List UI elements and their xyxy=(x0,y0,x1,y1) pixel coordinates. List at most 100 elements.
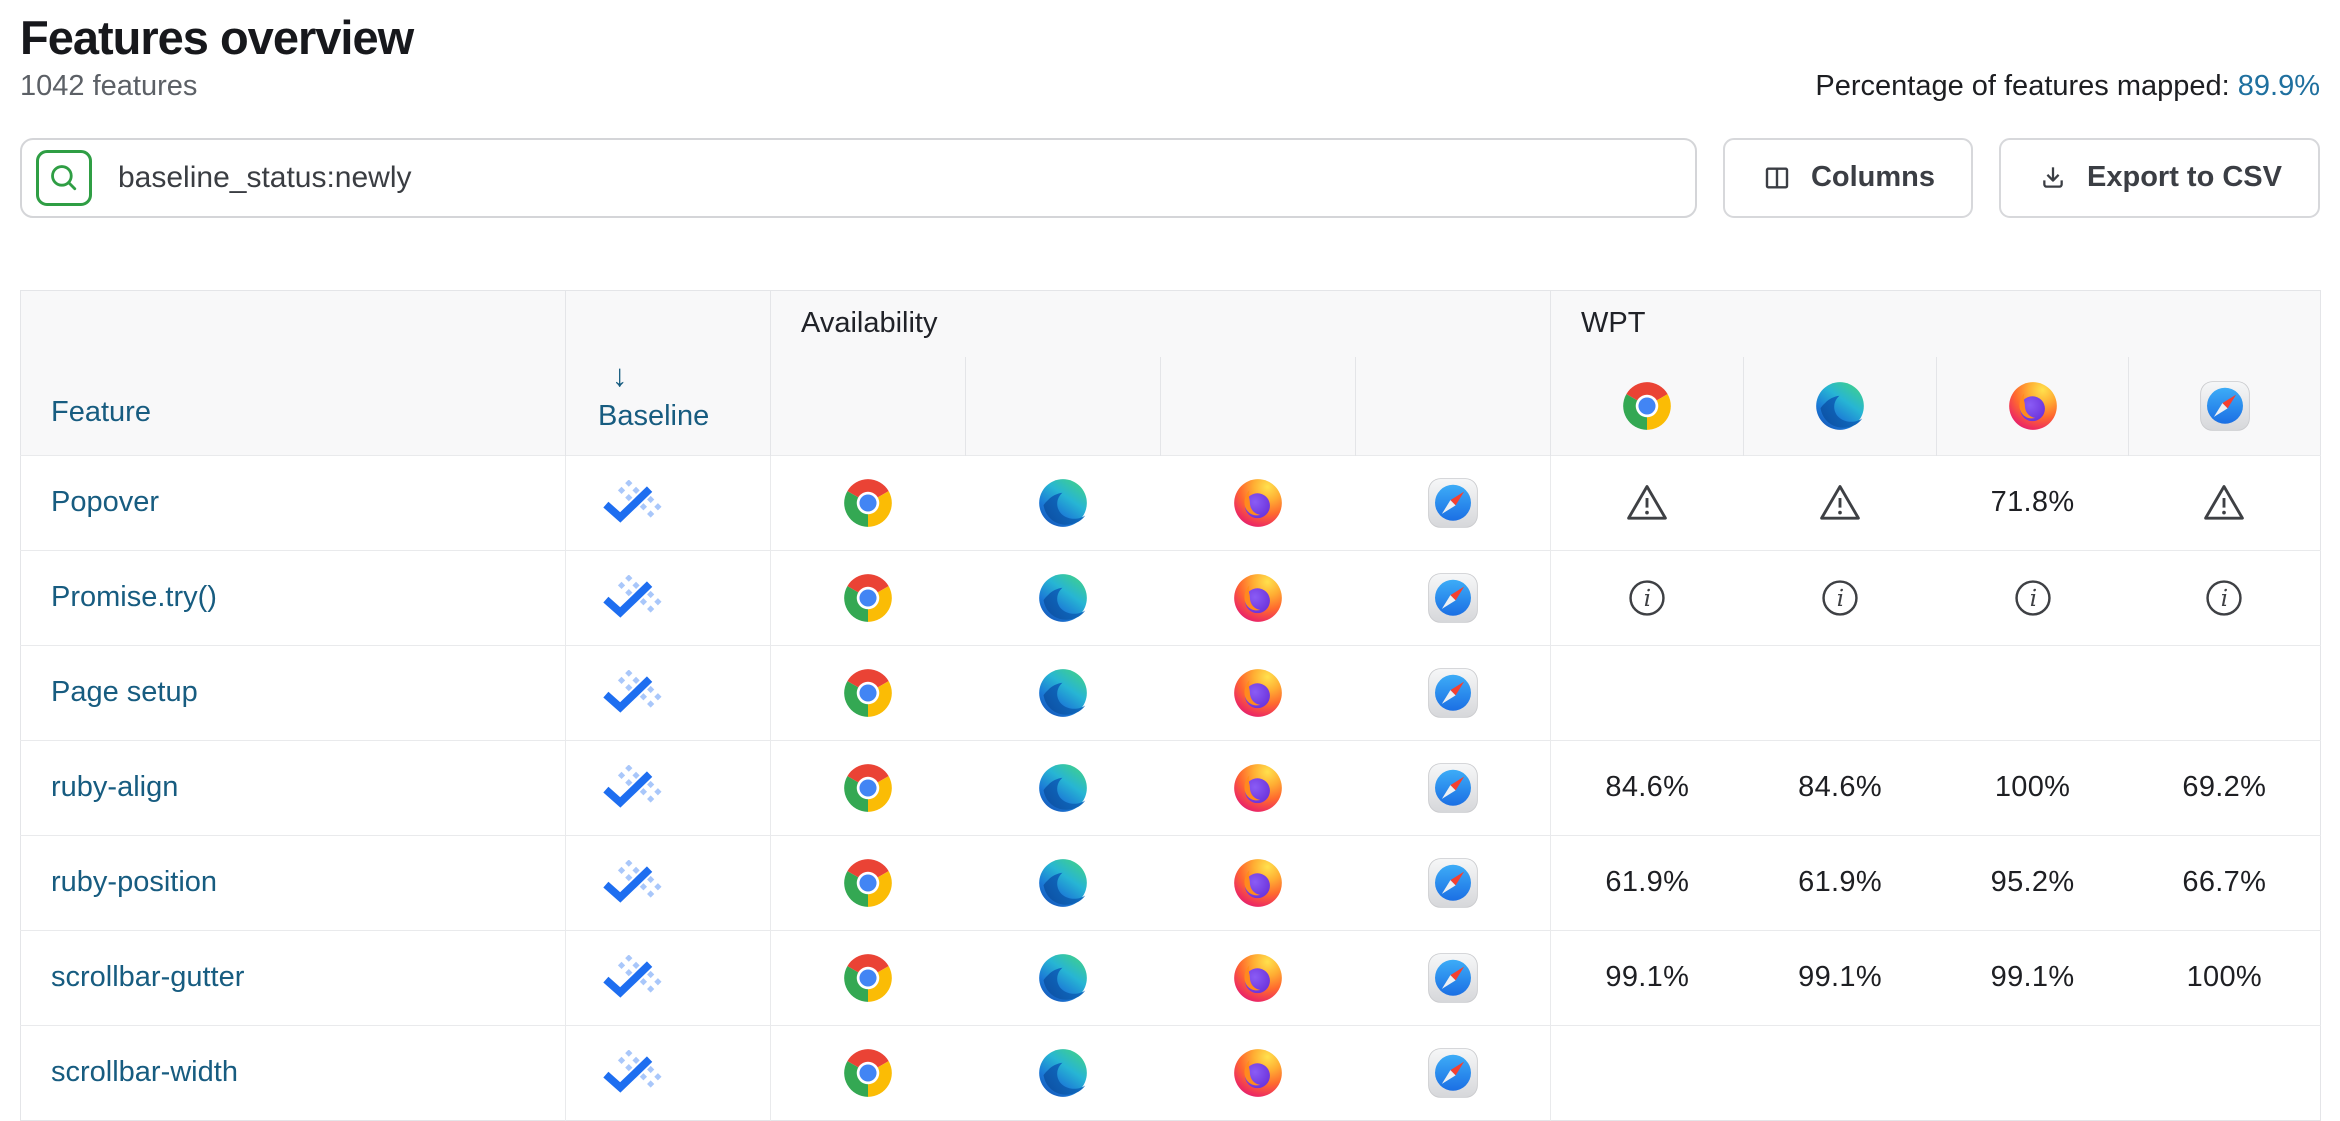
wpt-score: 84.6% xyxy=(1605,771,1689,803)
safari-icon xyxy=(1427,857,1479,909)
availability-cell-edge xyxy=(966,550,1161,645)
wpt-cell-safari xyxy=(2129,1025,2321,1120)
wpt-cell-chrome xyxy=(1551,645,1744,740)
columns-icon xyxy=(1761,162,1793,194)
availability-cell-edge xyxy=(966,455,1161,550)
availability-cell-edge xyxy=(966,930,1161,1025)
safari-icon xyxy=(2199,380,2251,432)
availability-cell-firefox xyxy=(1161,740,1356,835)
info-icon: i xyxy=(1819,577,1861,619)
export-csv-button[interactable]: Export to CSV xyxy=(1999,138,2320,218)
toolbar: Columns Export to CSV xyxy=(20,138,2320,218)
safari-icon xyxy=(1427,952,1479,1004)
search-input[interactable] xyxy=(116,160,1681,196)
feature-link[interactable]: Page setup xyxy=(51,676,198,708)
wpt-cell-firefox: 95.2% xyxy=(1937,835,2129,930)
column-header-baseline[interactable]: ↓ Baseline xyxy=(566,290,771,455)
info-icon: i xyxy=(2203,577,2245,619)
baseline-sort-link[interactable]: Baseline xyxy=(598,400,709,432)
feature-link[interactable]: scrollbar-gutter xyxy=(51,961,244,993)
wpt-score: 99.1% xyxy=(1798,961,1882,993)
availability-cell-safari xyxy=(1356,740,1551,835)
wpt-score: 99.1% xyxy=(1605,961,1689,993)
table-header-group-row: Feature ↓ Baseline Availability WPT xyxy=(21,290,2321,357)
wpt-cell-chrome: 84.6% xyxy=(1551,740,1744,835)
wpt-cell-safari: i xyxy=(2129,550,2321,645)
availability-subheader-edge xyxy=(966,357,1161,456)
wpt-cell-safari: 100% xyxy=(2129,930,2321,1025)
baseline-status-cell xyxy=(566,550,771,645)
wpt-score: 100% xyxy=(1995,771,2070,803)
feature-link[interactable]: ruby-align xyxy=(51,771,178,803)
chrome-icon xyxy=(842,952,894,1004)
wpt-score: 95.2% xyxy=(1991,866,2075,898)
baseline-status-cell xyxy=(566,835,771,930)
page-subheader: 1042 features Percentage of features map… xyxy=(20,69,2320,104)
column-group-availability: Availability xyxy=(771,290,1551,357)
baseline-newly-icon xyxy=(600,1050,664,1095)
warning-icon xyxy=(1624,480,1670,526)
safari-icon xyxy=(1427,572,1479,624)
availability-cell-edge xyxy=(966,740,1161,835)
search-box[interactable] xyxy=(20,138,1697,218)
feature-link[interactable]: ruby-position xyxy=(51,866,217,898)
feature-link[interactable]: Popover xyxy=(51,486,159,518)
availability-cell-safari xyxy=(1356,455,1551,550)
wpt-cell-chrome: i xyxy=(1551,550,1744,645)
baseline-status-cell xyxy=(566,455,771,550)
wpt-cell-edge: 99.1% xyxy=(1744,930,1937,1025)
feature-cell: scrollbar-gutter xyxy=(21,930,566,1025)
info-icon: i xyxy=(2012,577,2054,619)
wpt-cell-chrome: 99.1% xyxy=(1551,930,1744,1025)
columns-button-label: Columns xyxy=(1811,161,1935,194)
wpt-cell-edge: 84.6% xyxy=(1744,740,1937,835)
table-row: Page setup xyxy=(21,645,2321,740)
features-table: Feature ↓ Baseline Availability WPT xyxy=(20,290,2321,1121)
availability-cell-safari xyxy=(1356,550,1551,645)
baseline-newly-icon xyxy=(600,575,664,620)
wpt-subheader-edge xyxy=(1744,357,1937,456)
feature-sort-link[interactable]: Feature xyxy=(51,396,151,428)
wpt-cell-firefox: i xyxy=(1937,550,2129,645)
wpt-cell-edge xyxy=(1744,1025,1937,1120)
columns-button[interactable]: Columns xyxy=(1723,138,1973,218)
wpt-subheader-firefox xyxy=(1937,357,2129,456)
availability-cell-firefox xyxy=(1161,455,1356,550)
feature-link[interactable]: Promise.try() xyxy=(51,581,217,613)
export-csv-button-label: Export to CSV xyxy=(2087,161,2282,194)
edge-icon xyxy=(1814,380,1866,432)
firefox-icon xyxy=(1232,952,1284,1004)
wpt-cell-firefox xyxy=(1937,1025,2129,1120)
firefox-icon xyxy=(1232,1047,1284,1099)
feature-cell: ruby-position xyxy=(21,835,566,930)
availability-cell-chrome xyxy=(771,1025,966,1120)
baseline-status-cell xyxy=(566,645,771,740)
svg-text:i: i xyxy=(1837,584,1845,612)
availability-cell-chrome xyxy=(771,645,966,740)
availability-cell-safari xyxy=(1356,1025,1551,1120)
availability-cell-firefox xyxy=(1161,645,1356,740)
availability-subheader-firefox xyxy=(1161,357,1356,456)
mapped-percentage-link[interactable]: 89.9% xyxy=(2238,70,2320,102)
wpt-cell-firefox: 99.1% xyxy=(1937,930,2129,1025)
features-overview-page: Features overview 1042 features Percenta… xyxy=(0,0,2340,1121)
safari-icon xyxy=(1427,477,1479,529)
baseline-status-cell xyxy=(566,740,771,835)
info-icon: i xyxy=(1626,577,1668,619)
firefox-icon xyxy=(1232,857,1284,909)
wpt-cell-edge: 61.9% xyxy=(1744,835,1937,930)
column-header-feature[interactable]: Feature xyxy=(21,290,566,455)
safari-icon xyxy=(1427,667,1479,719)
safari-icon xyxy=(1427,1047,1479,1099)
wpt-score: 61.9% xyxy=(1605,866,1689,898)
mapped-percentage: Percentage of features mapped: 89.9% xyxy=(1815,69,2320,104)
availability-cell-chrome xyxy=(771,740,966,835)
chrome-icon xyxy=(842,857,894,909)
baseline-newly-icon xyxy=(600,670,664,715)
feature-link[interactable]: scrollbar-width xyxy=(51,1056,238,1088)
svg-text:i: i xyxy=(2221,584,2229,612)
availability-cell-safari xyxy=(1356,835,1551,930)
wpt-cell-chrome xyxy=(1551,1025,1744,1120)
wpt-score: 99.1% xyxy=(1991,961,2075,993)
wpt-score: 71.8% xyxy=(1991,486,2075,518)
